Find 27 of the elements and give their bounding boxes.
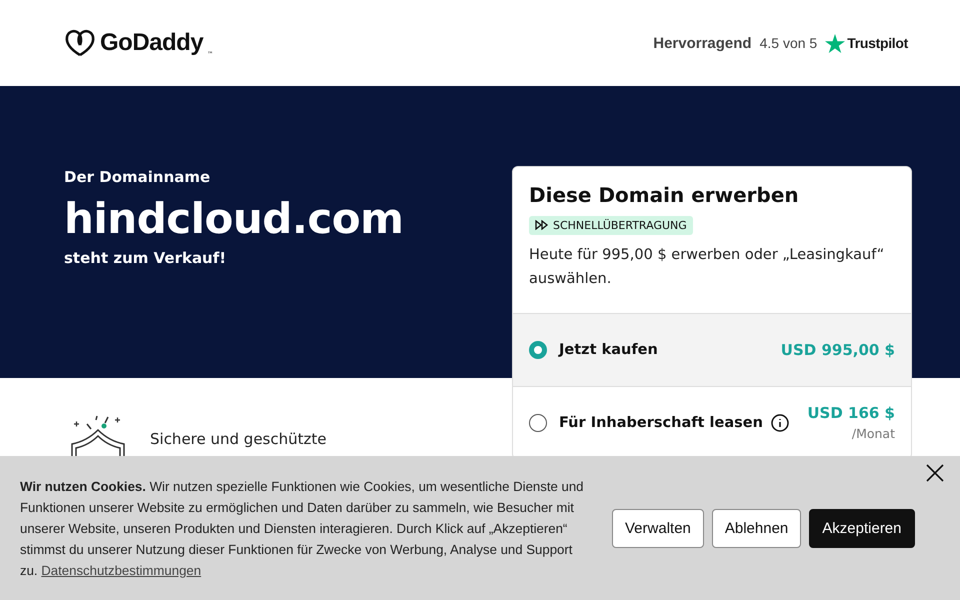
- cookie-text: Wir nutzen Cookies. Wir nutzen spezielle Funktionen wie Cookies, um wesentliche Dienste und Funktionen unserer Website zu ermöglichen und Daten darüber zu sammeln, wie Besucher mit unserer Website, unseren Produkten und Diensten interagieren. Durch Klick auf „Akzeptieren“ stimmst du unserer Nutzung dieser Funktionen für Zwecke von Werbung, Analyse und Support zu. Datenschutzbestimmungen: [20, 478, 585, 580]
- card-title: Diese Domain erwerben: [529, 183, 800, 207]
- radio-button[interactable]: [529, 414, 547, 432]
- trustpilot-brand: Trustpilot: [847, 35, 908, 51]
- option-label: Für Inhaberschaft leasen: [559, 414, 763, 430]
- option-label: Jetzt kaufen: [559, 342, 658, 358]
- rating-score: 4.5 von 5: [760, 35, 818, 51]
- option-price: USD 995,00 $: [780, 340, 895, 358]
- purchase-option[interactable]: Jetzt kaufen USD 995,00 $: [513, 312, 911, 386]
- hero-eyebrow: Der Domainname: [64, 168, 210, 186]
- logo-heart-icon: [64, 29, 96, 57]
- privacy-link[interactable]: Datenschutzbestimmungen: [41, 562, 202, 578]
- price-period: /Monat: [852, 426, 895, 441]
- cookie-button[interactable]: Verwalten: [612, 508, 704, 548]
- feature-text: Sichere und geschützte: [150, 430, 326, 448]
- radio-button[interactable]: [529, 340, 547, 358]
- cookie-button[interactable]: Akzeptieren: [809, 508, 914, 548]
- cookie-button[interactable]: Ablehnen: [712, 508, 802, 548]
- logo-text: GoDaddy: [100, 29, 204, 57]
- option-price: USD 166 $: [807, 404, 895, 422]
- info-icon[interactable]: [770, 414, 789, 432]
- hero-subtitle: steht zum Verkauf!: [64, 249, 226, 267]
- transfer-badge: SCHNELLÜBERTRAGUNG: [529, 216, 693, 234]
- rating-label: Hervorragend: [653, 34, 752, 52]
- star-icon: [825, 34, 846, 52]
- domain-name: hindcloud.com: [64, 194, 404, 243]
- card-description: Heute für 995,00 $ erwerben oder „Leasingkauf“ auswählen.: [529, 246, 886, 288]
